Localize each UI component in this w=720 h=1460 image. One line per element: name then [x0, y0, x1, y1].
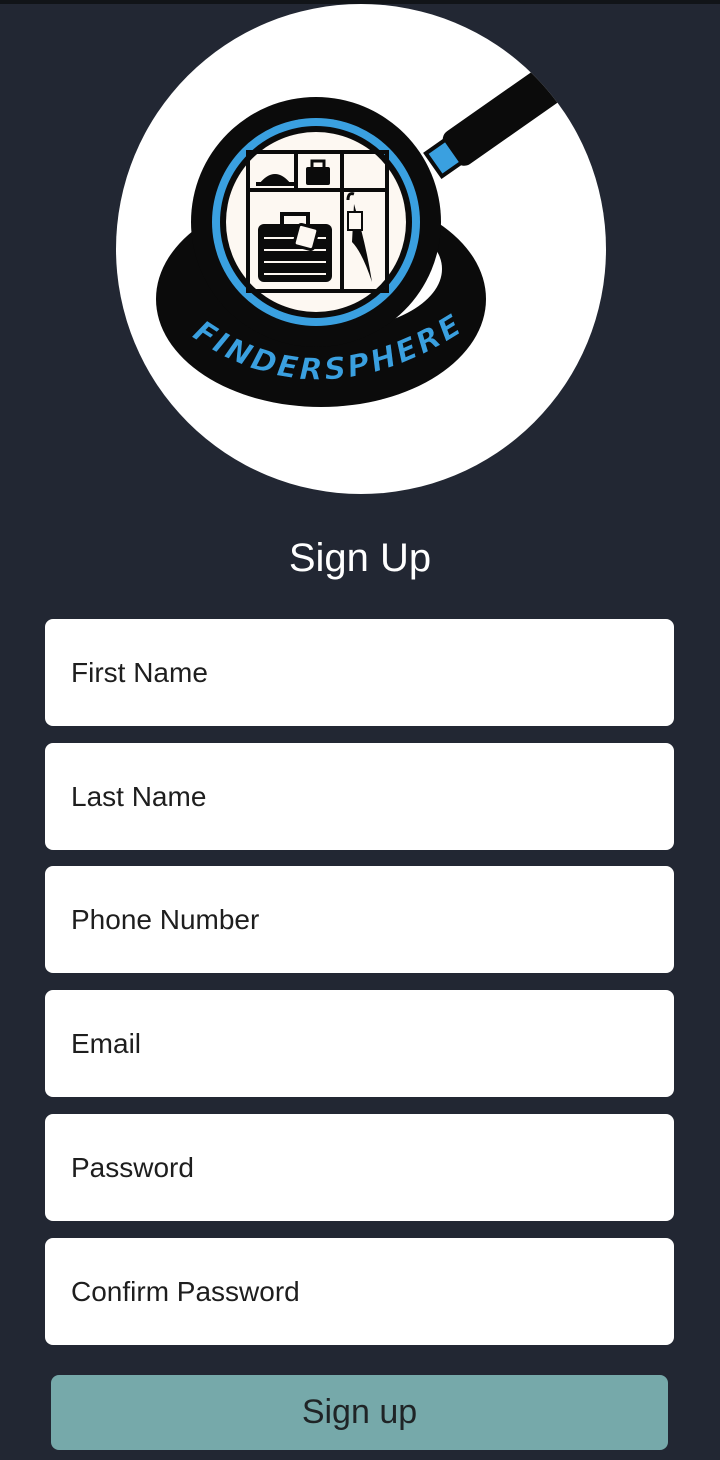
first-name-field-container: [45, 619, 674, 726]
confirm-password-field-container: [45, 1238, 674, 1345]
confirm-password-field[interactable]: [69, 1274, 650, 1309]
magnifier-logo-icon: FINDERSPHERE: [156, 66, 565, 407]
phone-number-field[interactable]: [69, 902, 650, 937]
email-field[interactable]: [69, 1026, 650, 1061]
sign-up-button[interactable]: Sign up: [51, 1375, 668, 1450]
app-logo: FINDERSPHERE: [116, 4, 606, 494]
password-field-container: [45, 1114, 674, 1221]
last-name-field[interactable]: [69, 779, 650, 814]
last-name-field-container: [45, 743, 674, 850]
first-name-field[interactable]: [69, 655, 650, 690]
phone-number-field-container: [45, 866, 674, 973]
password-field[interactable]: [69, 1150, 650, 1185]
email-field-container: [45, 990, 674, 1097]
page-title: Sign Up: [288, 536, 432, 580]
